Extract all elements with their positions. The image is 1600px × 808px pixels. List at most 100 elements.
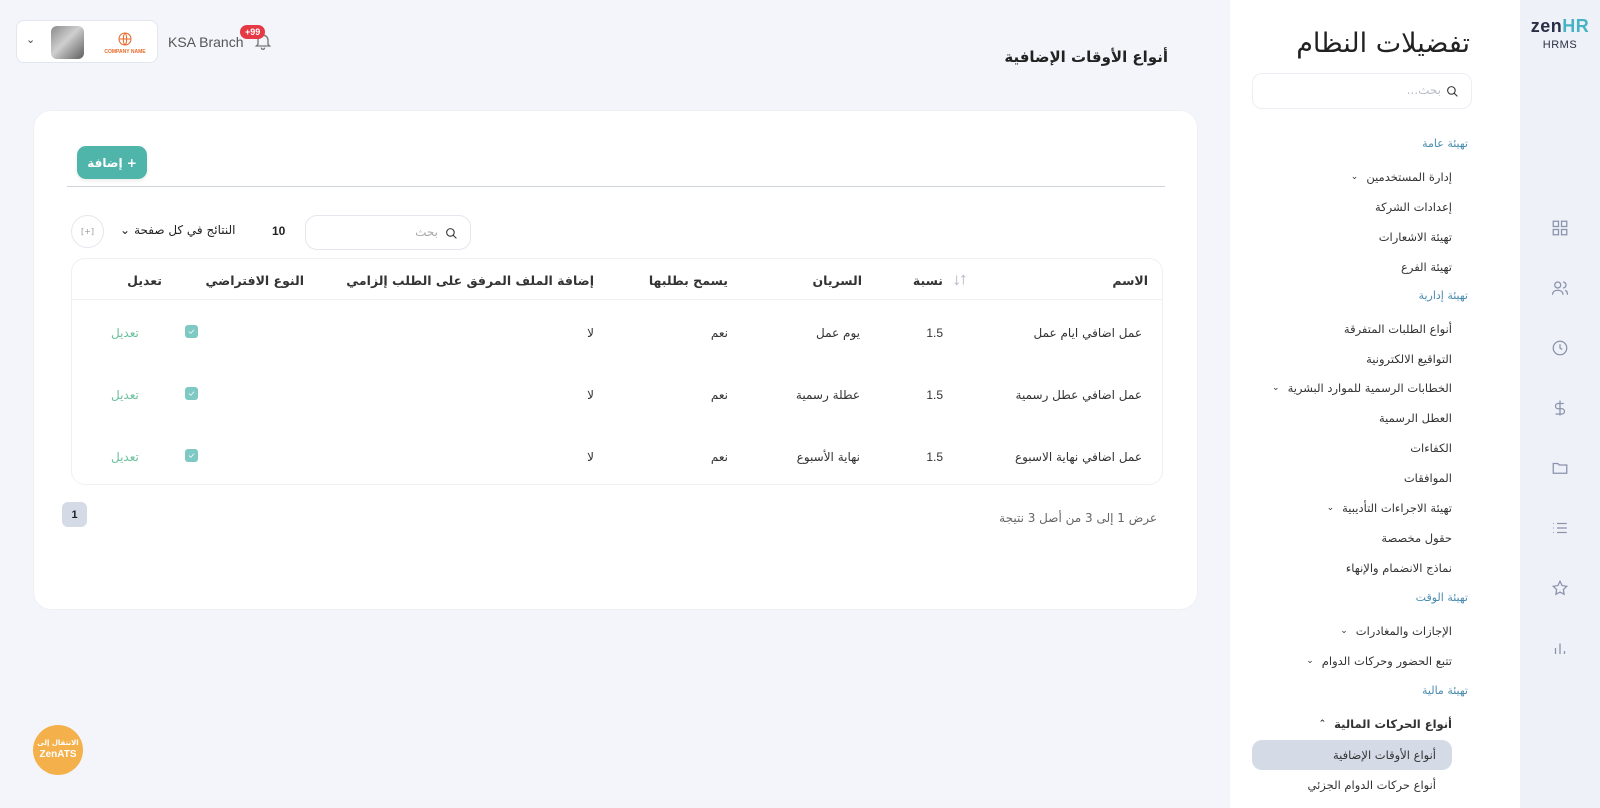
table-search-input[interactable]: [328, 225, 438, 239]
cell-rate: 1.5: [926, 326, 943, 340]
branch-name: KSA Branch: [168, 34, 244, 50]
edit-link[interactable]: تعديل: [111, 326, 139, 340]
nav-notifications[interactable]: تهيئة الاشعارات: [1379, 230, 1452, 244]
col-allow-request[interactable]: يسمح بطلبها: [649, 273, 728, 288]
section-finance: تهيئة مالية: [1422, 684, 1468, 697]
default-checkbox[interactable]: [185, 325, 198, 338]
divider: [67, 186, 1165, 187]
section-admin: تهيئة إدارية: [1418, 289, 1468, 302]
edit-link[interactable]: تعديل: [111, 388, 139, 402]
avatar: [51, 26, 84, 59]
col-applies[interactable]: السريان: [812, 273, 862, 288]
expand-collapse-button[interactable]: [+]: [71, 215, 104, 248]
nav-users[interactable]: إدارة المستخدمين ⌄: [1351, 170, 1452, 184]
nav-competencies[interactable]: الكفاءات: [1410, 441, 1452, 455]
settings-sidebar: تفضيلات النظام تهيئة عامة إدارة المستخدم…: [1230, 0, 1520, 808]
brand-logo[interactable]: zenHR HRMS: [1520, 16, 1600, 51]
nav-branch-label: تهيئة الفرع: [1401, 260, 1452, 274]
col-attachment[interactable]: إضافة الملف المرفق على الطلب إلزامي: [346, 273, 594, 288]
per-page-select[interactable]: النتائج في كل صفحة ⌄: [120, 223, 235, 237]
nav-letters-label: الخطابات الرسمية للموارد البشرية: [1287, 381, 1452, 395]
per-page-label: النتائج في كل صفحة: [134, 223, 236, 237]
nav-users-label: إدارة المستخدمين: [1366, 170, 1452, 184]
nav-holidays-label: العطل الرسمية: [1378, 411, 1452, 425]
users-icon[interactable]: [1549, 277, 1571, 299]
col-default[interactable]: النوع الافتراضي: [206, 273, 304, 288]
nav-custom-fields[interactable]: حقول مخصصة: [1381, 531, 1452, 545]
brand-subtitle: HRMS: [1542, 39, 1578, 51]
header-divider: [72, 299, 1162, 300]
nav-approvals[interactable]: الموافقات: [1404, 471, 1452, 485]
chevron-down-icon: ⌄: [1326, 503, 1335, 513]
chevron-up-icon: ⌃: [1318, 719, 1327, 729]
col-rate[interactable]: نسبة: [913, 273, 943, 288]
cell-rate: 1.5: [926, 388, 943, 402]
chevron-down-icon: ⌄: [1272, 383, 1280, 393]
nav-leaves[interactable]: الإجازات والمغادرات ⌄: [1340, 624, 1452, 638]
nav-financial-types[interactable]: أنواع الحركات المالية ⌃: [1319, 717, 1452, 731]
company-logo: COMPANY NAME: [97, 26, 153, 59]
nav-branch[interactable]: تهيئة الفرع: [1401, 260, 1452, 274]
nav-onboarding-label: نماذج الانضمام والإنهاء: [1345, 561, 1452, 575]
add-button[interactable]: + إضافة: [77, 146, 147, 179]
cell-rate: 1.5: [926, 450, 943, 464]
settings-title: تفضيلات النظام: [1296, 28, 1470, 59]
bar-chart-icon[interactable]: [1549, 637, 1571, 659]
nav-holidays[interactable]: العطل الرسمية: [1379, 411, 1452, 425]
nav-company-settings[interactable]: إعدادات الشركة: [1375, 200, 1452, 214]
dollar-icon[interactable]: [1549, 397, 1571, 419]
default-checkbox[interactable]: [185, 387, 198, 400]
nav-attendance[interactable]: تتبع الحضور وحركات الدوام ⌄: [1306, 654, 1452, 668]
globe-icon: [115, 30, 135, 48]
cell-attachment: لا: [587, 326, 594, 340]
cell-attachment: لا: [587, 388, 594, 402]
result-summary: عرض 1 إلى 3 من أصل 3 نتيجة: [999, 511, 1157, 525]
nav-letters[interactable]: الخطابات الرسمية للموارد البشرية ⌄: [1272, 381, 1452, 395]
search-icon: [445, 227, 458, 240]
sort-icon[interactable]: [952, 272, 968, 286]
col-name[interactable]: الاسم: [1112, 273, 1148, 288]
cell-allow-request: نعم: [710, 388, 728, 402]
dashboard-grid-icon[interactable]: [1549, 217, 1571, 239]
table-search[interactable]: [305, 215, 471, 250]
brand-hr: HR: [1562, 16, 1590, 36]
nav-requests[interactable]: أنواع الطلبات المتفرقة: [1344, 322, 1452, 336]
col-edit: تعديل: [127, 273, 162, 288]
cell-applies: نهاية الأسبوع: [796, 450, 860, 464]
cell-allow-request: نعم: [710, 326, 728, 340]
nav-disciplinary[interactable]: تهيئة الاجراءات التأديبية ⌄: [1327, 501, 1452, 515]
nav-notifications-label: تهيئة الاشعارات: [1378, 230, 1452, 244]
nav-overtime[interactable]: أنواع الأوقات الإضافية: [1333, 748, 1436, 762]
brand-zen: zen: [1530, 16, 1563, 36]
nav-leaves-label: الإجازات والمغادرات: [1355, 624, 1452, 638]
nav-esign-label: التواقيع الالكترونية: [1366, 352, 1452, 366]
company-switcher[interactable]: ⌄ COMPANY NAME: [16, 20, 158, 63]
section-general: تهيئة عامة: [1422, 137, 1468, 150]
list-icon[interactable]: [1549, 517, 1571, 539]
star-icon[interactable]: [1549, 577, 1571, 599]
nav-partial-time[interactable]: أنواع حركات الدوام الجزئي: [1308, 778, 1436, 792]
nav-onboarding[interactable]: نماذج الانضمام والإنهاء: [1346, 561, 1452, 575]
overtime-table: الاسم نسبة السريان يسمح بطلبها إضافة الم…: [71, 258, 1163, 485]
nav-financial-types-label: أنواع الحركات المالية: [1334, 717, 1452, 731]
chevron-down-icon: ⌄: [1350, 172, 1359, 182]
per-page-value[interactable]: 10: [272, 224, 285, 238]
nav-approvals-label: الموافقات: [1403, 471, 1452, 485]
default-checkbox[interactable]: [185, 449, 198, 462]
search-icon: [1446, 85, 1459, 98]
chevron-down-icon: ⌄: [1340, 626, 1348, 636]
cell-attachment: لا: [587, 450, 594, 464]
section-time: تهيئة الوقت: [1415, 591, 1468, 604]
cell-allow-request: نعم: [710, 450, 728, 464]
cell-name: عمل اضافي نهاية الاسبوع: [1014, 450, 1142, 464]
cell-applies: يوم عمل: [816, 326, 860, 340]
settings-search-input[interactable]: [1271, 83, 1441, 97]
zenats-switch-button[interactable]: الانتقال إلى ZenATS: [33, 725, 83, 775]
nav-requests-label: أنواع الطلبات المتفرقة: [1343, 322, 1452, 336]
folder-icon[interactable]: [1549, 457, 1571, 479]
clock-icon[interactable]: [1549, 337, 1571, 359]
nav-esign[interactable]: التواقيع الالكترونية: [1366, 352, 1452, 366]
page-button-1[interactable]: 1: [62, 502, 87, 527]
settings-search[interactable]: [1252, 73, 1472, 109]
edit-link[interactable]: تعديل: [111, 450, 139, 464]
